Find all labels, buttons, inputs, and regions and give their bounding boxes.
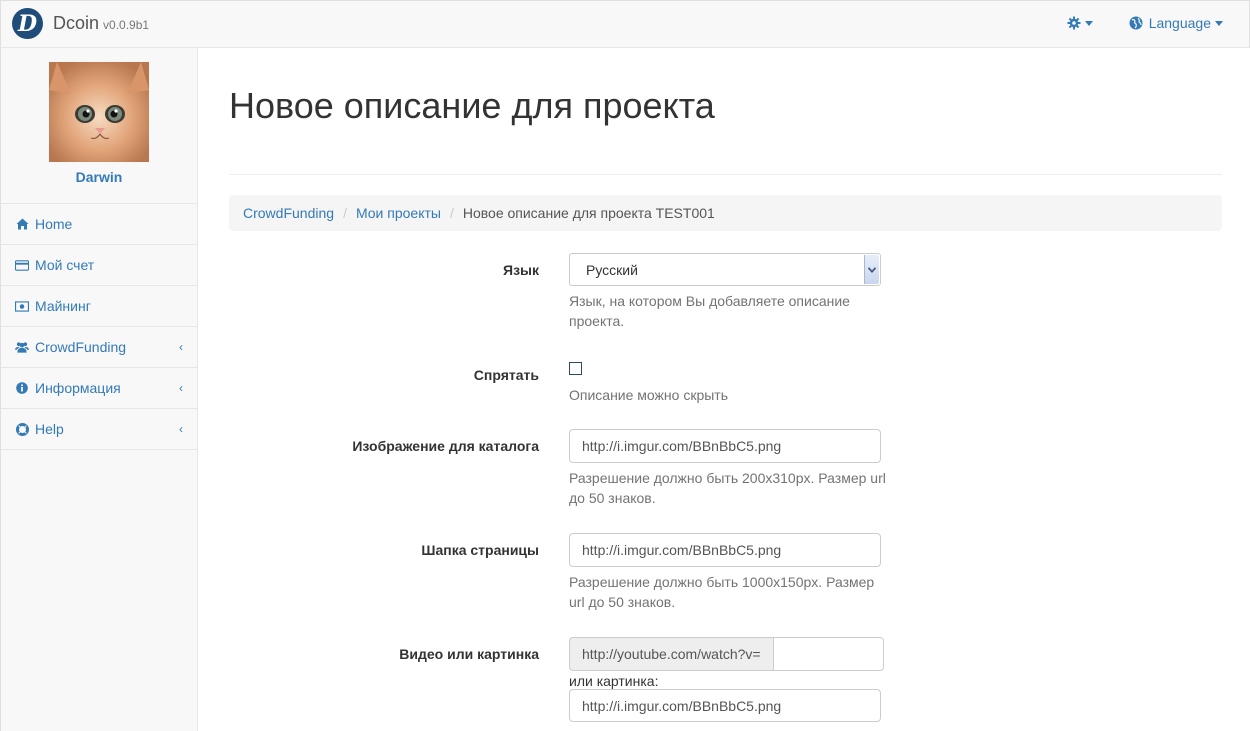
sidebar-item-information[interactable]: Информация ‹ bbox=[1, 368, 197, 409]
video-or-image-label: Видео или картинка bbox=[399, 646, 539, 662]
sidebar-item-label: CrowdFunding bbox=[35, 339, 127, 355]
breadcrumb-link-crowdfunding[interactable]: CrowdFunding bbox=[243, 205, 334, 221]
sidebar-item-my-account[interactable]: Мой счет bbox=[1, 245, 197, 286]
brand-name: Dcoin bbox=[53, 13, 100, 33]
info-circle-icon bbox=[15, 381, 29, 395]
sidebar-item-mining[interactable]: Майнинг bbox=[1, 286, 197, 327]
chevron-left-icon: ‹ bbox=[179, 422, 183, 436]
video-image-input[interactable]: http://i.imgur.com/BBnBbC5.png bbox=[569, 689, 881, 722]
gear-icon bbox=[1067, 16, 1081, 30]
language-select-value: Русский bbox=[586, 261, 638, 278]
sidebar-item-label: Help bbox=[35, 421, 64, 437]
sidebar-item-label: Информация bbox=[35, 380, 121, 396]
sidebar-item-home[interactable]: Home bbox=[1, 204, 197, 245]
breadcrumb-separator: / bbox=[449, 205, 454, 221]
dcoin-logo-icon: D bbox=[12, 8, 43, 39]
language-dropdown[interactable]: Language bbox=[1129, 15, 1223, 31]
navbar-right: Language bbox=[1067, 15, 1223, 31]
user-profile: Darwin bbox=[1, 48, 197, 204]
language-label: Язык bbox=[503, 262, 539, 278]
hide-label: Спрятать bbox=[473, 367, 539, 383]
sidebar-item-label: Майнинг bbox=[35, 298, 91, 314]
sidebar-item-help[interactable]: Help ‹ bbox=[1, 409, 197, 450]
globe-icon bbox=[1129, 16, 1143, 30]
money-icon bbox=[15, 299, 29, 313]
page-header-input[interactable]: http://i.imgur.com/BBnBbC5.png bbox=[569, 533, 881, 567]
language-select[interactable]: Русский bbox=[569, 253, 881, 286]
brand[interactable]: D Dcoin v0.0.9b1 bbox=[12, 8, 149, 39]
language-help: Язык, на котором Вы добавляете описание … bbox=[569, 293, 850, 329]
video-input-group: http://youtube.com/watch?v= bbox=[569, 637, 884, 671]
video-id-input[interactable] bbox=[772, 637, 884, 671]
chevron-left-icon: ‹ bbox=[179, 381, 183, 395]
language-label: Language bbox=[1148, 15, 1211, 31]
sidebar-item-label: Мой счет bbox=[35, 257, 95, 273]
or-image-label: или картинка: bbox=[569, 673, 659, 689]
chevron-left-icon: ‹ bbox=[179, 340, 183, 354]
sidebar-item-label: Home bbox=[35, 216, 73, 232]
page-header-label: Шапка страницы bbox=[421, 542, 539, 558]
avatar[interactable] bbox=[49, 62, 149, 162]
brand-version: v0.0.9b1 bbox=[103, 18, 150, 32]
video-url-prefix: http://youtube.com/watch?v= bbox=[569, 637, 773, 671]
credit-card-icon bbox=[15, 258, 29, 272]
life-ring-icon bbox=[15, 422, 29, 436]
hide-help: Описание можно скрыть bbox=[569, 387, 729, 403]
hide-checkbox[interactable] bbox=[569, 362, 582, 375]
catalog-image-help: Разрешение должно быть 200x310px. Размер… bbox=[569, 470, 886, 506]
home-icon bbox=[15, 217, 29, 231]
chevron-down-icon bbox=[1215, 20, 1223, 26]
sidebar-item-crowdfunding[interactable]: CrowdFunding ‹ bbox=[1, 327, 197, 368]
top-navbar: D Dcoin v0.0.9b1 Language bbox=[0, 0, 1250, 48]
breadcrumb-link-my-projects[interactable]: Мои проекты bbox=[356, 205, 441, 221]
breadcrumb-current: Новое описание для проекта TEST001 bbox=[462, 205, 715, 221]
kitten-avatar-image bbox=[49, 62, 149, 162]
catalog-image-input[interactable]: http://i.imgur.com/BBnBbC5.png bbox=[569, 429, 881, 463]
users-icon bbox=[15, 340, 29, 354]
catalog-image-label: Изображение для каталога bbox=[352, 438, 539, 454]
breadcrumb-separator: / bbox=[343, 205, 347, 221]
page-title: Новое описание для проекта bbox=[229, 86, 1222, 175]
breadcrumb: CrowdFunding / Мои проекты / Новое описа… bbox=[229, 195, 1222, 231]
settings-dropdown[interactable] bbox=[1067, 16, 1093, 30]
page-header-help: Разрешение должно быть 1000x150px. Разме… bbox=[569, 574, 875, 610]
sidebar: Darwin Home Мой счет Майнинг CrowdFundin… bbox=[0, 48, 198, 731]
chevron-down-icon bbox=[1084, 20, 1093, 26]
user-name[interactable]: Darwin bbox=[1, 169, 197, 185]
chevron-down-icon bbox=[864, 255, 879, 284]
main-content: Новое описание для проекта CrowdFunding … bbox=[229, 48, 1222, 722]
